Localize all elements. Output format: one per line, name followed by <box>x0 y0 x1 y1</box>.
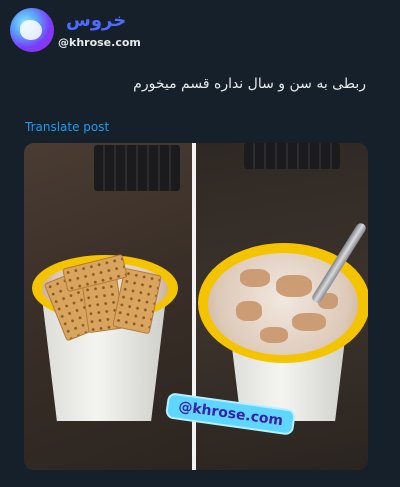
keyboard-image <box>94 145 180 191</box>
soggy-biscuit <box>236 301 262 321</box>
avatar-logo-icon <box>20 20 42 40</box>
soggy-biscuit <box>276 275 312 297</box>
translate-post-link[interactable]: Translate post <box>25 120 109 134</box>
media-image-before <box>24 143 192 470</box>
soggy-biscuit <box>292 313 326 331</box>
post-media[interactable]: @khrose.com <box>24 143 368 470</box>
post-text: ربطی به سن و سال نداره قسم میخورم <box>133 76 366 92</box>
keyboard-image <box>244 143 340 169</box>
display-name[interactable]: خروس <box>66 10 126 31</box>
soggy-biscuit <box>260 327 288 343</box>
soggy-biscuit <box>240 269 270 287</box>
account-handle[interactable]: @khrose.com <box>58 36 141 49</box>
avatar[interactable] <box>10 8 54 52</box>
